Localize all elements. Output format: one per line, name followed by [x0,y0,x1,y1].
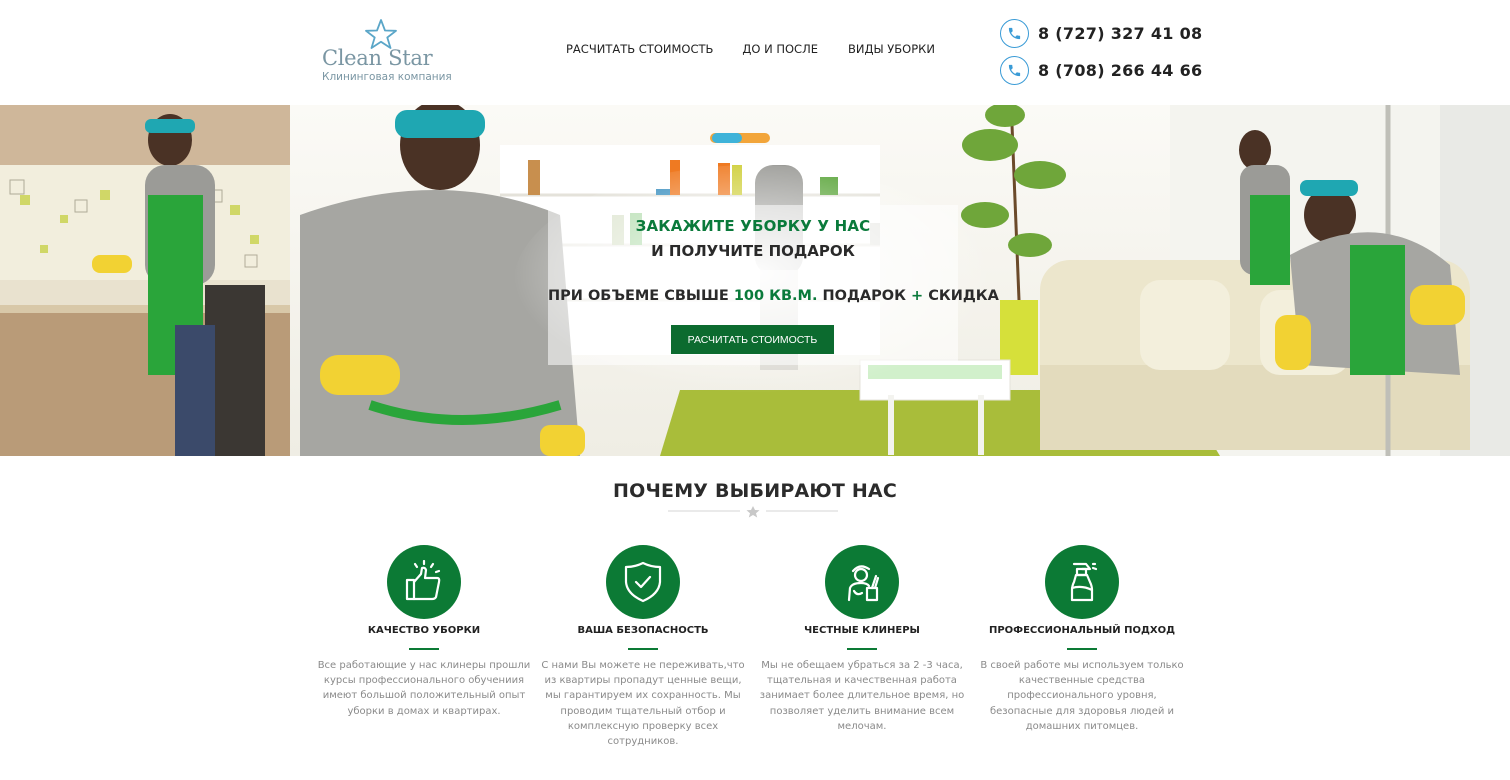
title-divider [668,506,838,518]
feature-underline [847,648,877,650]
nav-item-before-after[interactable]: До и после [742,42,818,56]
feature-description: В своей работе мы используем только каче… [980,660,1184,732]
feature-underline [409,648,439,650]
hero-headline: ЗАКАЖИТЕ УБОРКУ У НАС [635,217,871,235]
hero-offer: ЗАКАЖИТЕ УБОРКУ У НАС И ПОЛУЧИТЕ ПОДАРОК… [548,205,999,365]
offer-area-highlight: 100 КВ.М. [733,288,818,304]
feature-icon-circle [387,545,461,619]
feature-title: ЧЕСТНЫЕ КЛИНЕРЫ [804,625,920,636]
logo-name: Clean Star [322,46,433,70]
calculate-cost-button[interactable]: РАСЧИТАТЬ СТОИМОСТЬ [671,325,834,354]
offer-text-part: ПРИ ОБЪЕМЕ СВЫШЕ [548,288,734,304]
offer-plus-highlight: + [911,288,924,304]
feature-title: ВАША БЕЗОПАСНОСТЬ [577,625,709,636]
cleaner-icon [847,565,880,602]
feature-underline [1067,648,1097,650]
hero-subheadline: И ПОЛУЧИТЕ ПОДАРОК [651,242,855,260]
hero-offer-text: ПРИ ОБЪЕМЕ СВЫШЕ 100 КВ.М. ПОДАРОК + СКИ… [548,288,999,304]
offer-text-part: ПОДАРОК [817,288,911,304]
star-icon [746,506,760,518]
phone-number[interactable]: 8 (708) 266 44 66 [1038,61,1202,80]
feature-description: Все работающие у нас клинеры прошли курс… [317,660,531,717]
nav-item-calculate[interactable]: Расчитать стоимость [566,42,713,56]
phone-icon [1000,56,1029,85]
feature-icon-circle [825,545,899,619]
phone-contact-2[interactable]: 8 (708) 266 44 66 [1000,56,1202,85]
feature-title: ПРОФЕССИОНАЛЬНЫЙ ПОДХОД [988,625,1175,636]
feature-underline [628,648,658,650]
feature-description: Мы не обещаем убраться за 2 -3 часа, тща… [759,660,965,732]
phone-contact-1[interactable]: 8 (727) 327 41 08 [1000,19,1202,48]
logo[interactable]: Clean Star Клининговая компания [320,18,452,88]
feature-icon-circle [606,545,680,619]
phone-icon [1000,19,1029,48]
feature-title: КАЧЕСТВО УБОРКИ [367,625,481,636]
main-nav: Расчитать стоимость До и после Виды убор… [566,42,935,56]
shield-check-icon [624,561,662,603]
thumbs-up-icon [405,560,441,601]
feature-icon-circle [1045,545,1119,619]
logo-tagline: Клининговая компания [322,71,452,83]
section-title: ПОЧЕМУ ВЫБИРАЮТ НАС [613,480,897,502]
phone-number[interactable]: 8 (727) 327 41 08 [1038,24,1202,43]
spray-bottle-icon [1070,562,1098,602]
hero-banner: ЗАКАЖИТЕ УБОРКУ У НАС И ПОЛУЧИТЕ ПОДАРОК… [0,105,1510,456]
site-header: Clean Star Клининговая компания Расчитат… [0,0,1510,105]
nav-item-cleaning-types[interactable]: Виды уборки [848,42,935,56]
offer-text-part: СКИДКА [923,288,999,304]
feature-description: С нами Вы можете не переживать,что из кв… [541,660,745,748]
